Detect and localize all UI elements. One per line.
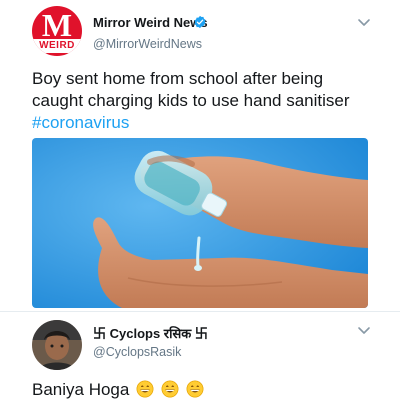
reply-body: Baniya Hoga: [32, 380, 130, 399]
author-handle[interactable]: @MirrorWeirdNews: [93, 37, 202, 51]
user-photo-icon: [32, 320, 82, 370]
reply-text: Baniya Hoga: [32, 378, 204, 402]
chevron-down-icon[interactable]: [357, 18, 371, 28]
author-display-name[interactable]: Mirror Weird News: [93, 15, 208, 30]
grinning-face-icon: [136, 380, 154, 398]
reply-handle[interactable]: @CyclopsRasik: [93, 345, 181, 359]
reply-avatar[interactable]: [32, 320, 82, 370]
logo-letter: M: [41, 7, 73, 43]
logo-subtext: WEIRD: [39, 40, 75, 51]
reply-tweet-card[interactable]: 卐 Cyclops रसिक 卐 @CyclopsRasik Baniya Ho…: [0, 312, 400, 410]
verified-badge-icon: [194, 15, 206, 29]
chevron-down-icon[interactable]: [357, 326, 371, 336]
grinning-face-icon: [186, 380, 204, 398]
reply-display-name[interactable]: 卐 Cyclops रसिक 卐: [93, 323, 208, 342]
hand-sanitiser-photo: [32, 138, 368, 308]
grinning-face-icon: [161, 380, 179, 398]
tweet-text: Boy sent home from school after being ca…: [32, 68, 377, 134]
tweet-body: Boy sent home from school after being ca…: [32, 69, 350, 110]
avatar[interactable]: M WEIRD: [32, 6, 82, 56]
hashtag-link[interactable]: #coronavirus: [32, 113, 129, 132]
tweet-card[interactable]: M WEIRD Mirror Weird News @MirrorWeirdNe…: [0, 0, 400, 312]
tweet-media-photo[interactable]: [32, 138, 368, 308]
